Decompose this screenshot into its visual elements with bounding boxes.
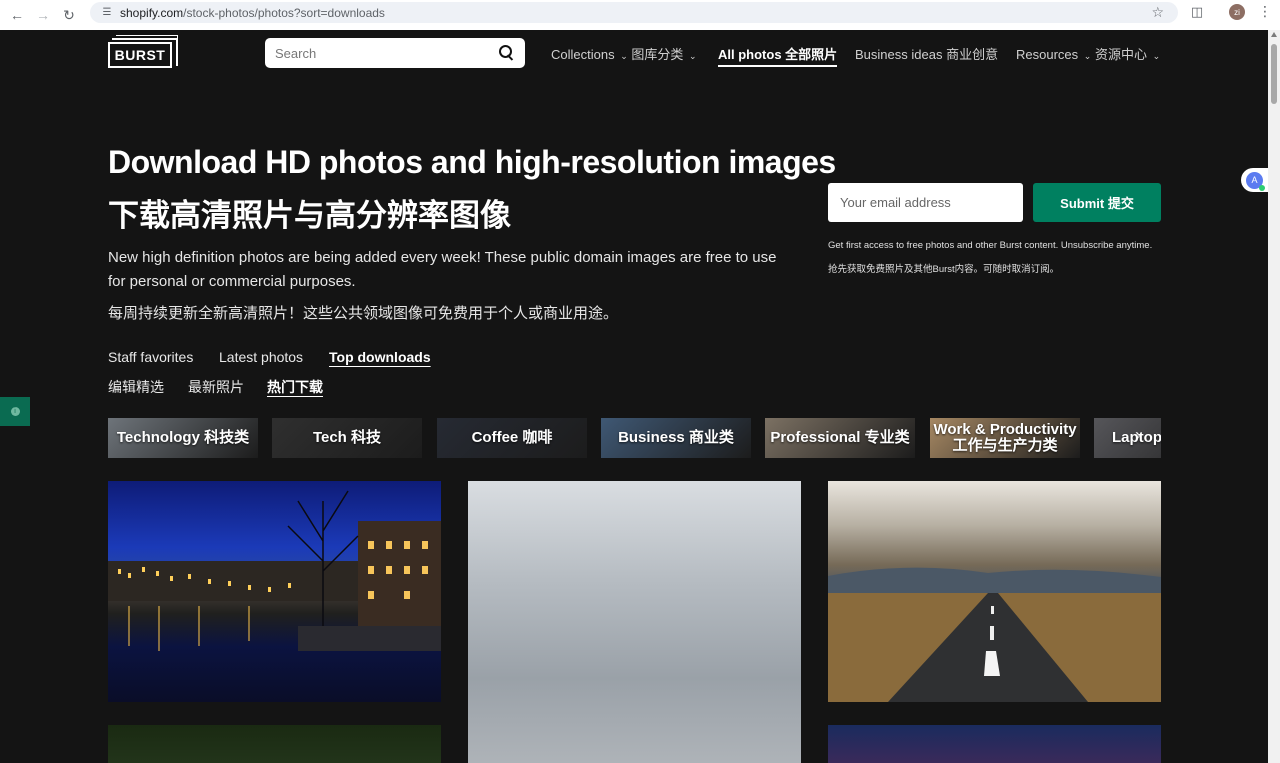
nav-business-ideas[interactable]: Business ideas 商业创意 xyxy=(855,44,998,63)
category-tech[interactable]: Tech 科技 xyxy=(272,418,422,458)
nav-resources[interactable]: Resources ⌄ 资源中心 ⌄ xyxy=(1016,44,1160,63)
nav-collections[interactable]: Collections ⌄ 图库分类 ⌄ xyxy=(551,44,697,63)
photo-open-road-art xyxy=(828,567,1161,702)
page-description: New high definition photos are being add… xyxy=(108,249,777,290)
scroll-up-arrow-icon[interactable] xyxy=(1271,32,1277,37)
tab-top-downloads-cn[interactable]: 热门下载 xyxy=(267,377,323,397)
search-input[interactable] xyxy=(275,45,499,61)
url-text: shopify.com/stock-photos/photos?sort=dow… xyxy=(120,5,385,20)
bookmark-star-icon[interactable]: ☆ xyxy=(1151,4,1164,21)
category-carousel: Technology 科技类 Tech 科技 Coffee 咖啡 Busines… xyxy=(108,418,1161,458)
submit-button[interactable]: Submit 提交 xyxy=(1033,183,1161,222)
email-field[interactable] xyxy=(828,183,1023,222)
photo-amsterdam-canal-night-art xyxy=(108,490,441,651)
category-technology[interactable]: Technology 科技类 xyxy=(108,418,258,458)
photo-open-road[interactable] xyxy=(828,481,1161,702)
burst-logo[interactable]: BURST xyxy=(108,35,178,68)
photo-night-sky-partial[interactable] xyxy=(828,725,1161,763)
category-coffee[interactable]: Coffee 咖啡 xyxy=(437,418,587,458)
info-icon: i xyxy=(10,407,20,416)
category-business[interactable]: Business 商业类 xyxy=(601,418,751,458)
back-arrow-icon[interactable]: ← xyxy=(4,4,30,26)
category-laptop[interactable]: Laptop xyxy=(1094,418,1161,458)
search-box xyxy=(265,38,525,68)
category-professional[interactable]: Professional 专业类 xyxy=(765,418,915,458)
forward-arrow-icon[interactable]: → xyxy=(30,4,56,26)
address-bar[interactable]: ☰ shopify.com/stock-photos/photos?sort=d… xyxy=(90,2,1178,23)
page-title: Download HD photos and high-resolution i… xyxy=(108,144,836,180)
signup-note: Get first access to free photos and othe… xyxy=(828,240,1153,251)
photo-amsterdam-canal-night[interactable] xyxy=(108,481,441,702)
tab-staff-favorites-cn[interactable]: 编辑精选 xyxy=(108,377,164,397)
tab-top-downloads[interactable]: Top downloads xyxy=(329,349,431,365)
translate-icon: A xyxy=(1246,171,1265,191)
page-description-cn: 每周持续更新全新高清照片！这些公共领域图像可免费用于个人或商业用途。 xyxy=(108,305,619,322)
translate-button[interactable]: A xyxy=(1241,168,1268,192)
signup-note-cn: 抢先获取免费照片及其他Burst内容。可随时取消订阅。 xyxy=(828,264,1060,275)
browser-toolbar: ← → ↻ ☰ shopify.com/stock-photos/photos?… xyxy=(0,0,1280,30)
photo-forest-partial[interactable] xyxy=(108,725,441,763)
profile-avatar[interactable]: zi xyxy=(1229,4,1245,20)
reload-icon[interactable]: ↻ xyxy=(56,4,82,26)
chevron-down-icon: ⌄ xyxy=(689,51,697,61)
search-icon[interactable] xyxy=(499,45,515,61)
photo-overcast-sky[interactable] xyxy=(468,481,801,763)
kebab-menu-icon[interactable]: ⋮ xyxy=(1258,3,1272,20)
site-info-icon[interactable]: ☰ xyxy=(100,6,114,20)
category-work-productivity[interactable]: Work & Productivity 工作与生产力类 xyxy=(930,418,1080,458)
extensions-icon[interactable]: ◫ xyxy=(1189,4,1205,20)
tab-staff-favorites[interactable]: Staff favorites xyxy=(108,349,193,365)
feedback-tab[interactable]: i xyxy=(0,397,30,426)
page-scrollbar[interactable] xyxy=(1268,30,1280,763)
tab-latest-photos[interactable]: Latest photos xyxy=(219,349,303,365)
chevron-down-icon: ⌄ xyxy=(1152,51,1161,61)
scroll-thumb[interactable] xyxy=(1271,44,1277,104)
tab-latest-photos-cn[interactable]: 最新照片 xyxy=(188,377,244,397)
nav-all-photos[interactable]: All photos 全部照片 xyxy=(718,44,838,67)
site-header: BURST Collections ⌄ 图库分类 ⌄ All photos 全部… xyxy=(0,30,1268,76)
page-title-cn: 下载高清照片与高分辨率图像 xyxy=(108,198,511,233)
